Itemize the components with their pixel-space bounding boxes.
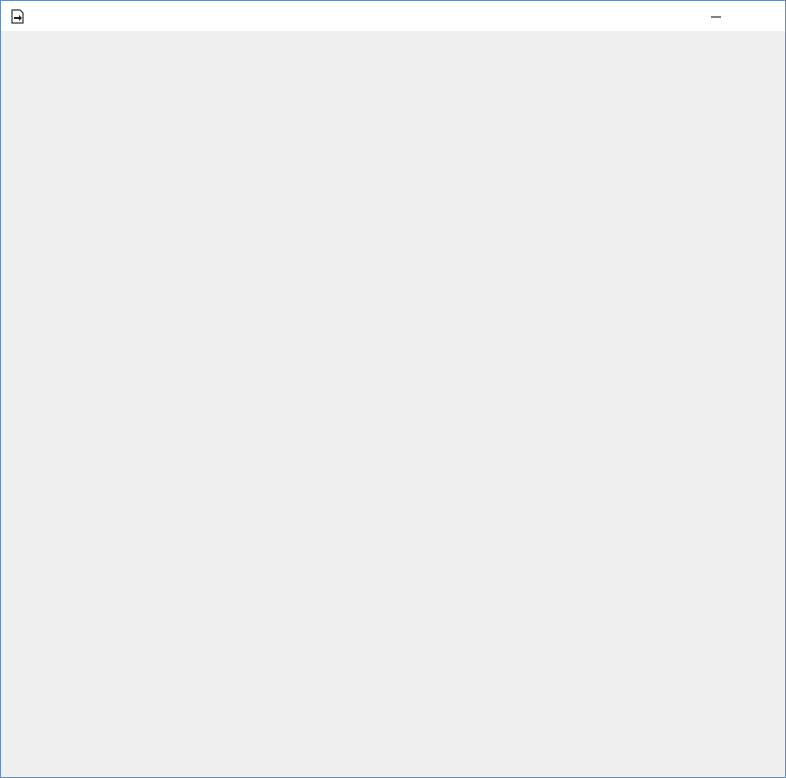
app-document-icon (11, 9, 25, 24)
app-window (0, 0, 786, 778)
title-bar (1, 1, 785, 31)
